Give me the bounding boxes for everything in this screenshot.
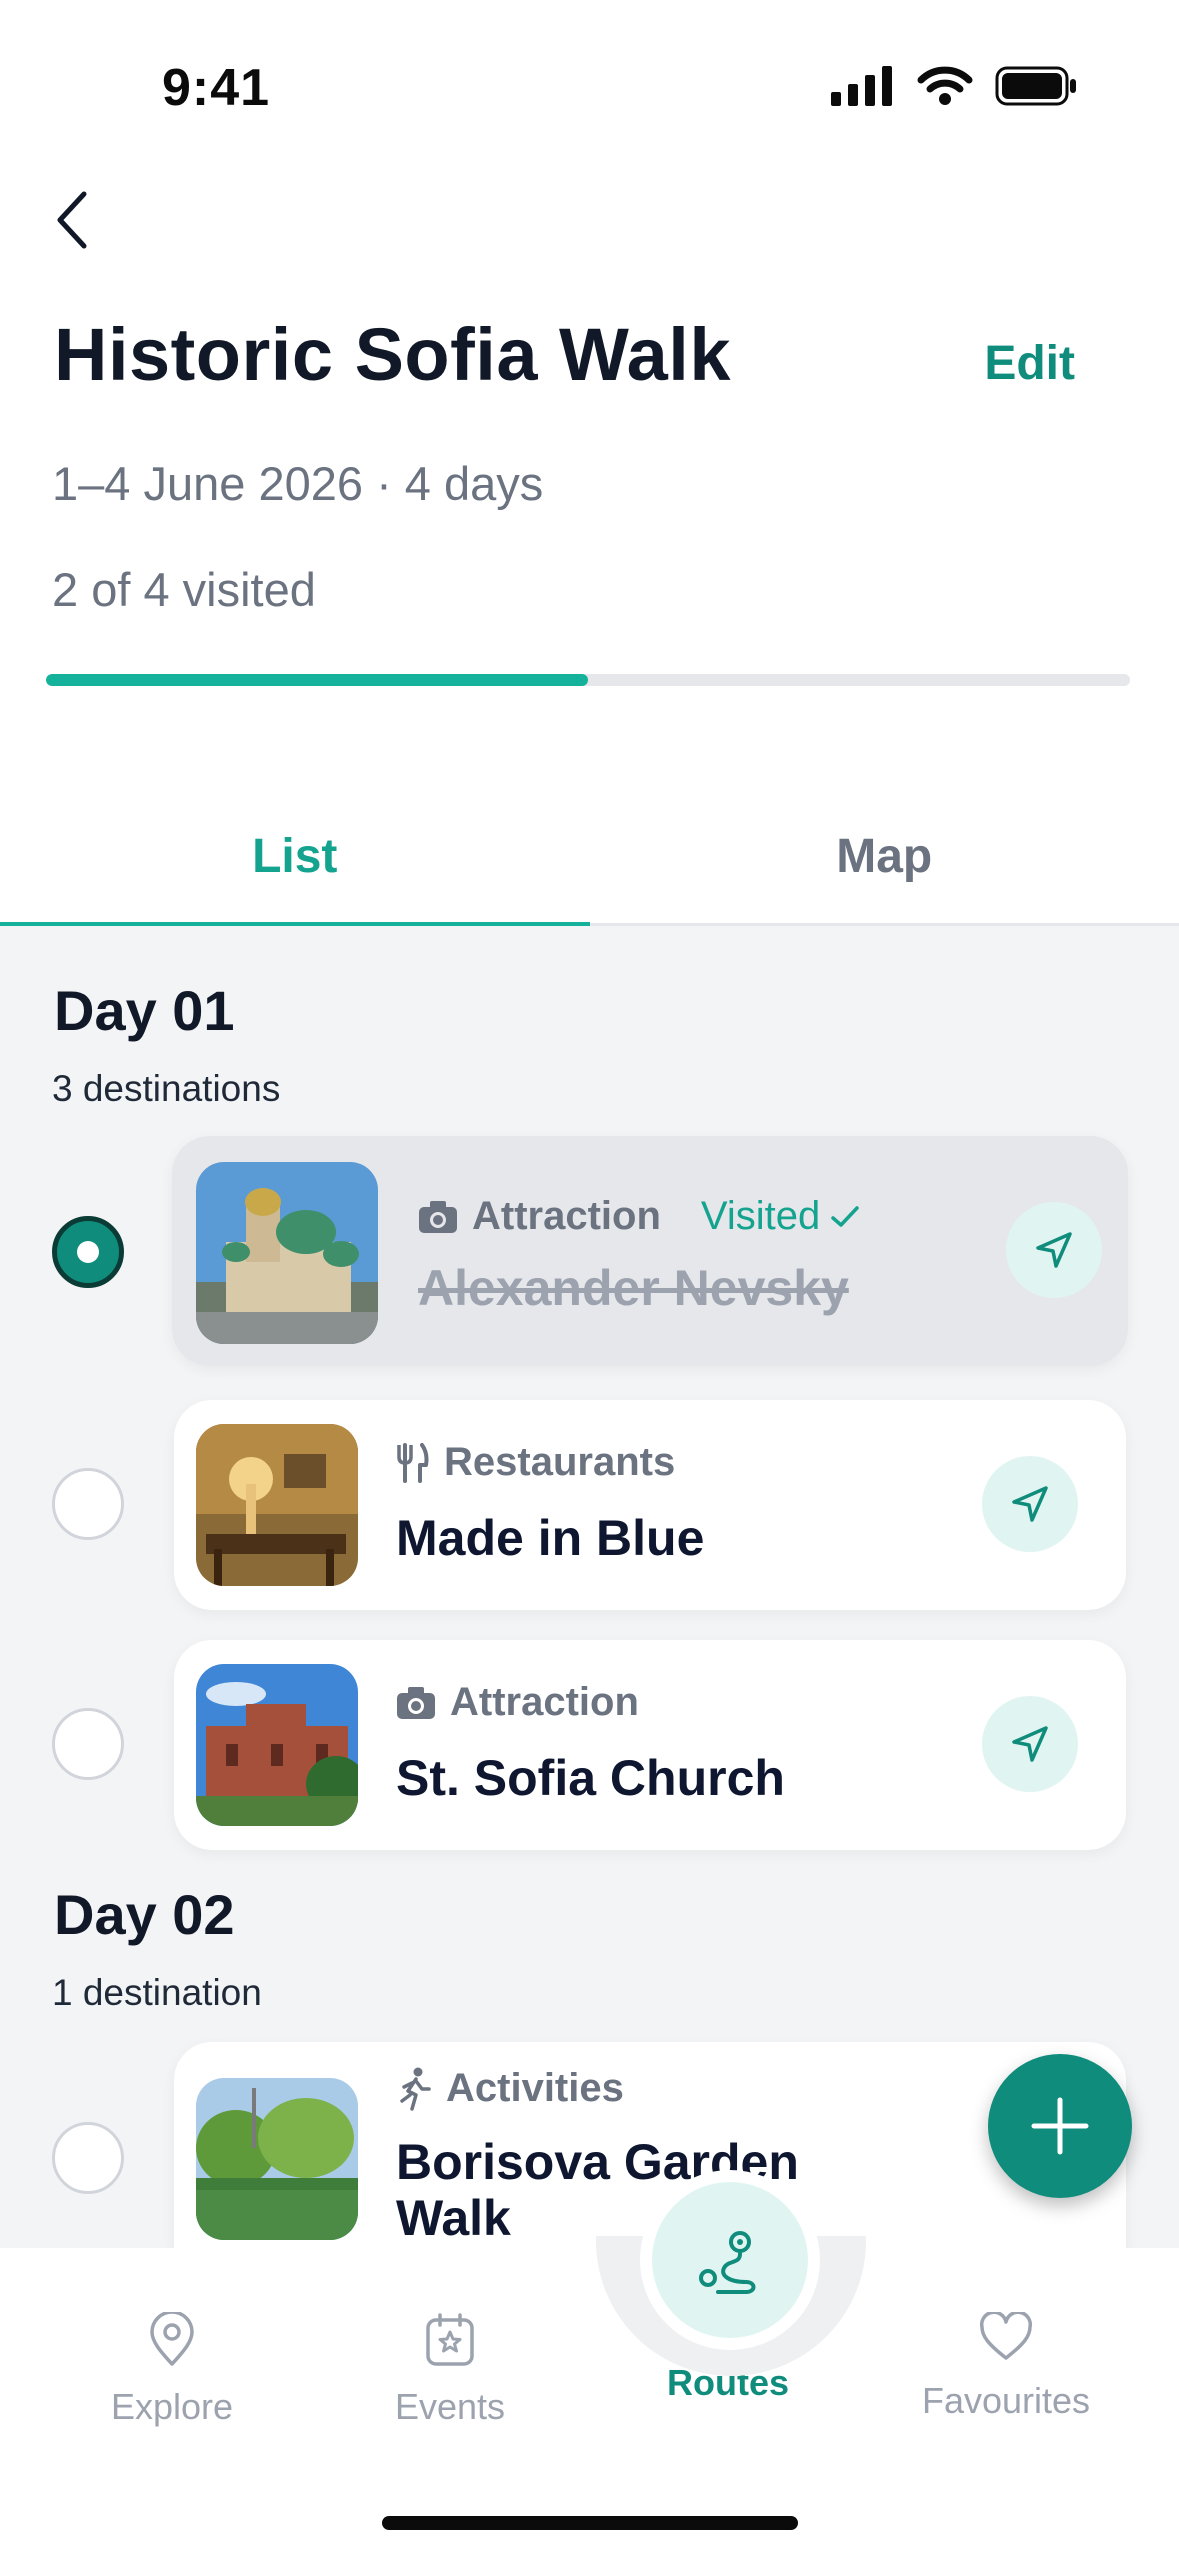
bottom-navigation: Explore Events Routes Favourites bbox=[0, 2248, 1179, 2556]
nav-label: Favourites bbox=[921, 2380, 1091, 2421]
wifi-icon bbox=[917, 66, 973, 105]
tab-map[interactable]: Map bbox=[590, 790, 1179, 923]
map-pin-icon bbox=[150, 2312, 194, 2366]
category-label: Attraction Visited bbox=[418, 1194, 860, 1239]
view-tabs: List Map bbox=[0, 790, 1179, 926]
category-text: Attraction bbox=[450, 1680, 639, 1724]
tab-list[interactable]: List bbox=[0, 790, 590, 926]
day-subtitle: 3 destinations bbox=[52, 1068, 281, 1109]
day-title: Day 01 bbox=[54, 979, 235, 1042]
add-destination-button[interactable] bbox=[988, 2054, 1132, 2198]
destination-thumbnail bbox=[196, 1162, 378, 1344]
fork-knife-icon bbox=[397, 1442, 429, 1483]
destination-list: Day 01 3 destinations Attraction Visited bbox=[0, 926, 1179, 2248]
garden-image bbox=[196, 2078, 358, 2240]
status-icons bbox=[831, 66, 1079, 106]
visited-checkbox[interactable] bbox=[52, 2122, 124, 2194]
cellular-signal-icon bbox=[831, 66, 892, 106]
visited-label: Visited bbox=[700, 1194, 821, 1238]
destination-name: St. Sofia Church bbox=[396, 1750, 785, 1806]
route-icon bbox=[699, 2231, 756, 2294]
status-time: 9:41 bbox=[162, 59, 271, 117]
navigation-arrow-icon bbox=[1036, 1232, 1072, 1268]
visited-count: 2 of 4 visited bbox=[52, 563, 316, 616]
nav-favourites[interactable]: Favourites bbox=[866, 2312, 1146, 2422]
destination-name: Made in Blue bbox=[396, 1510, 705, 1566]
edit-button[interactable]: Edit bbox=[984, 336, 1075, 391]
navigate-button[interactable] bbox=[982, 1696, 1078, 1792]
camera-icon bbox=[419, 1200, 457, 1233]
plus-icon bbox=[1031, 2097, 1089, 2155]
running-person-icon bbox=[400, 2067, 431, 2111]
page-title: Historic Sofia Walk bbox=[54, 313, 732, 396]
camera-icon bbox=[397, 1686, 435, 1719]
back-button[interactable] bbox=[40, 180, 104, 260]
list-item[interactable]: Attraction St. Sofia Church bbox=[174, 1640, 1126, 1850]
category-text: Restaurants bbox=[444, 1440, 676, 1484]
category-label: Attraction bbox=[396, 1680, 639, 1725]
status-bar: 9:41 bbox=[0, 0, 1179, 130]
category-text: Attraction bbox=[472, 1194, 661, 1238]
visited-tag: Visited bbox=[701, 1194, 860, 1239]
list-item[interactable]: Restaurants Made in Blue bbox=[174, 1400, 1126, 1610]
navigate-button[interactable] bbox=[982, 1456, 1078, 1552]
nav-label: Events bbox=[394, 2386, 506, 2427]
visited-checkbox[interactable] bbox=[52, 1708, 124, 1780]
day-title: Day 02 bbox=[54, 1883, 235, 1946]
visited-checkbox[interactable] bbox=[52, 1468, 124, 1540]
checkmark-icon bbox=[831, 1205, 859, 1227]
route-dates: 1–4 June 2026 · 4 days bbox=[52, 457, 544, 510]
heart-icon bbox=[980, 2312, 1032, 2360]
navigation-arrow-icon bbox=[1012, 1726, 1048, 1762]
church-image bbox=[196, 1664, 358, 1826]
navigate-button[interactable] bbox=[1006, 1202, 1102, 1298]
nav-label: Explore bbox=[110, 2386, 234, 2427]
chevron-left-icon bbox=[57, 191, 87, 249]
progress-fill bbox=[46, 674, 588, 686]
cathedral-image bbox=[196, 1162, 378, 1344]
visited-checkbox[interactable] bbox=[52, 1216, 124, 1288]
destination-name: Alexander Nevsky bbox=[418, 1260, 849, 1316]
progress-bar bbox=[46, 674, 1130, 686]
day-subtitle: 1 destination bbox=[52, 1972, 262, 2013]
destination-thumbnail bbox=[196, 2078, 358, 2240]
navigation-arrow-icon bbox=[1012, 1486, 1048, 1522]
calendar-star-icon bbox=[426, 2313, 474, 2366]
battery-icon bbox=[995, 66, 1076, 106]
nav-explore[interactable]: Explore bbox=[32, 2312, 312, 2428]
routes-center-button-inner bbox=[652, 2182, 808, 2338]
restaurant-image bbox=[196, 1424, 358, 1586]
destination-thumbnail bbox=[196, 1664, 358, 1826]
routes-center-button[interactable] bbox=[640, 2170, 820, 2350]
category-text: Activities bbox=[446, 2066, 624, 2110]
category-label: Restaurants bbox=[396, 1440, 675, 1485]
destination-thumbnail bbox=[196, 1424, 358, 1586]
category-label: Activities bbox=[396, 2066, 624, 2111]
nav-events[interactable]: Events bbox=[310, 2312, 590, 2428]
home-indicator bbox=[382, 2516, 798, 2530]
list-item[interactable]: Attraction Visited Alexander Nevsky bbox=[172, 1136, 1128, 1366]
